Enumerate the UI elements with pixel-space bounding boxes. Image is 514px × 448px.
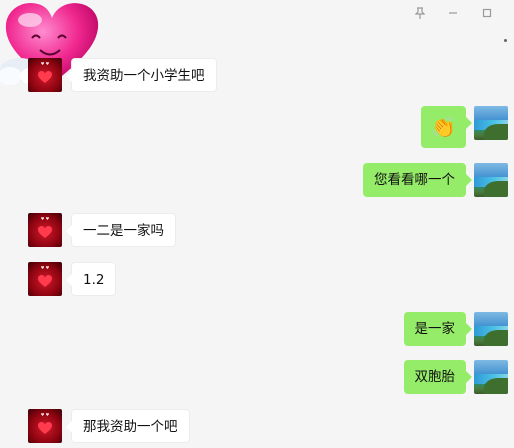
pin-icon[interactable] [410,4,430,22]
user-avatar[interactable] [474,106,508,140]
message-row-incoming: ♥ ♥ 1.2 [0,262,514,296]
user-avatar[interactable] [474,163,508,197]
message-bubble[interactable]: 您看看哪一个 [363,163,472,197]
message-row-outgoing: 您看看哪一个 [0,163,514,197]
contact-avatar[interactable]: ♥ ♥ [28,213,62,247]
user-avatar[interactable] [474,360,508,394]
contact-avatar[interactable]: ♥ ♥ [28,58,62,92]
message-row-outgoing: 双胞胎 [0,360,514,394]
contact-avatar[interactable]: ♥ ♥ [28,262,62,296]
message-bubble[interactable]: 我资助一个小学生吧 [66,58,217,92]
message-bubble[interactable]: 那我资助一个吧 [66,409,190,443]
message-bubble[interactable]: 双胞胎 [403,360,472,394]
message-bubble[interactable]: 1.2 [65,262,117,296]
contact-avatar[interactable]: ♥ ♥ [28,409,62,443]
message-row-incoming: ♥ ♥ 我资助一个小学生吧 [0,58,514,92]
message-bubble[interactable]: 一二是一家吗 [66,213,176,247]
message-row-outgoing: 是一家 [0,312,514,346]
minimize-icon[interactable] [443,4,463,22]
user-avatar[interactable] [474,312,508,346]
more-options-icon[interactable] [504,39,507,42]
message-bubble[interactable]: 是一家 [403,312,472,346]
emoji-message-bubble[interactable]: 👏 [421,106,472,148]
message-row-incoming: ♥ ♥ 一二是一家吗 [0,213,514,247]
clap-emoji-icon: 👏 [431,115,456,139]
maximize-icon[interactable] [477,4,497,22]
message-row-outgoing: 👏 [0,106,514,148]
message-row-incoming: ♥ ♥ 那我资助一个吧 [0,409,514,443]
